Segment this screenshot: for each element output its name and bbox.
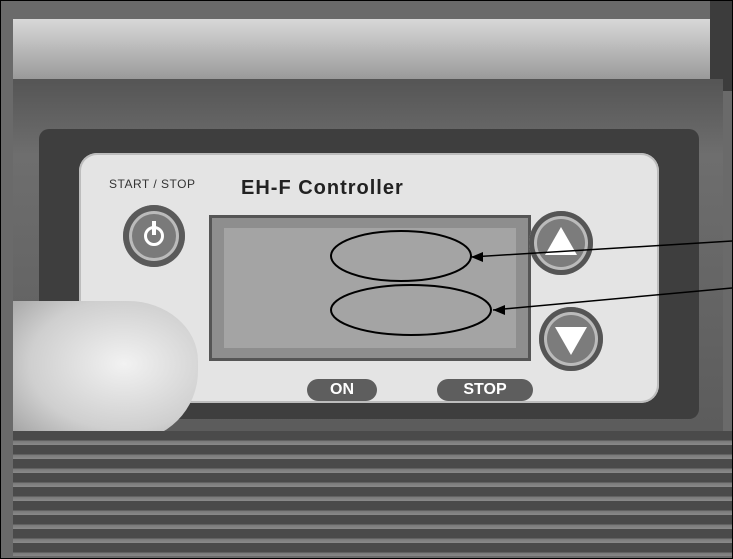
- lower-arrowhead-icon: [493, 305, 505, 315]
- upper-arrowhead-icon: [471, 252, 483, 262]
- lower-annotation-ellipse: [330, 284, 492, 336]
- annotation-overlay: [330, 230, 732, 336]
- lower-leader-line: [492, 287, 732, 311]
- upper-leader-line: [470, 240, 732, 258]
- upper-annotation-ellipse: [330, 230, 472, 282]
- photo-frame: START / STOP EH-F Controller ON STOP: [0, 0, 733, 559]
